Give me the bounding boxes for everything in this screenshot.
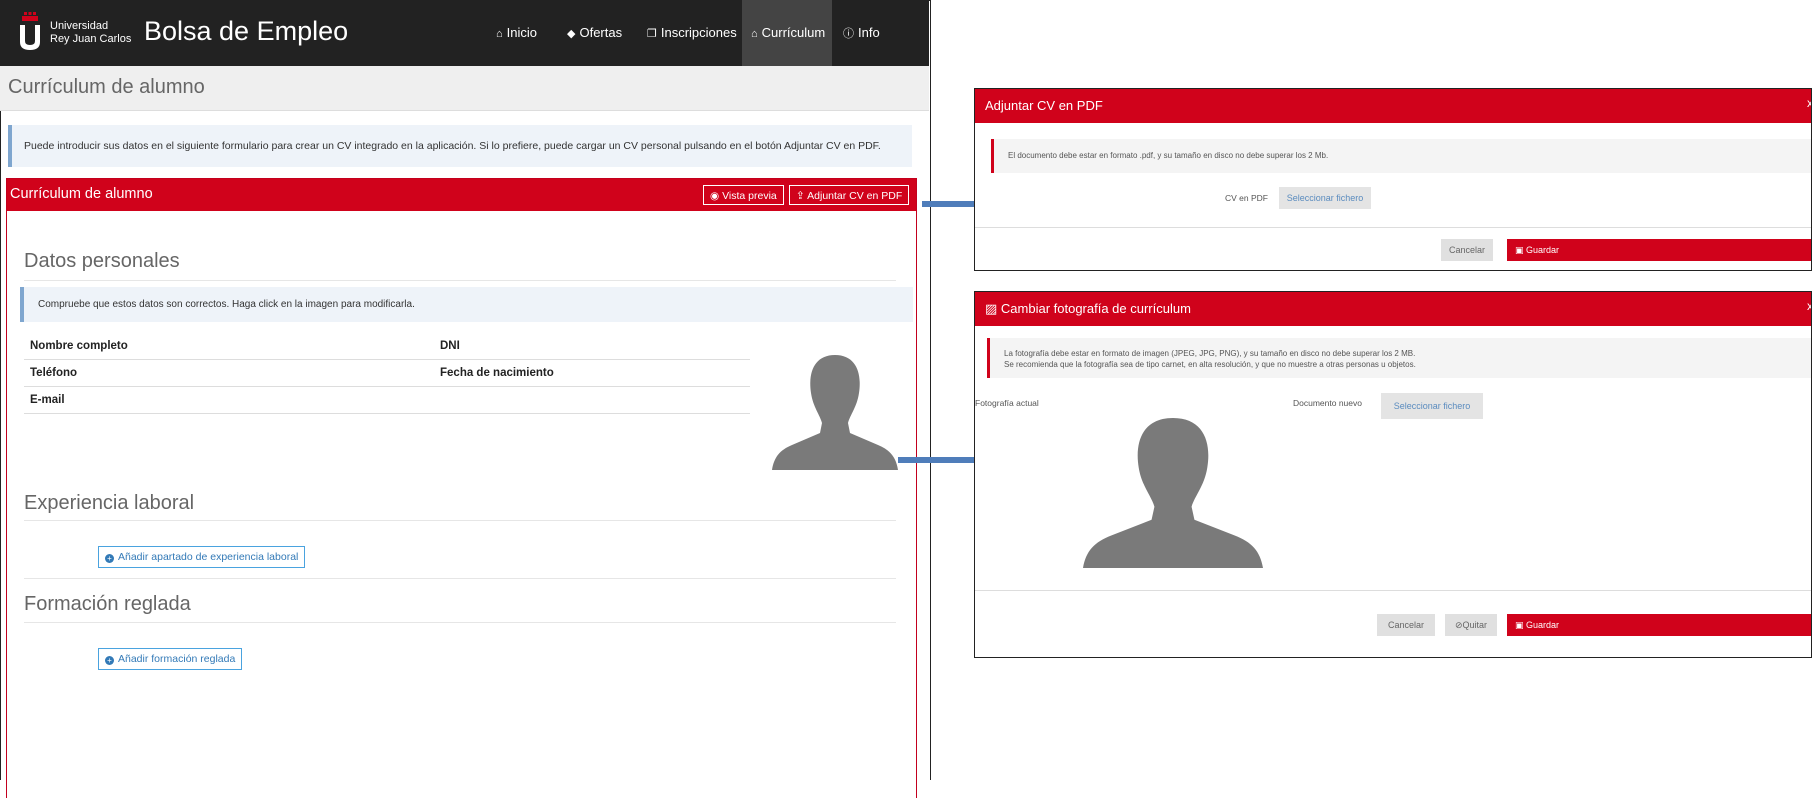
experience-heading: Experiencia laboral <box>24 492 195 514</box>
save-button[interactable]: ▣ Guardar <box>1507 614 1811 636</box>
current-photo-label: Fotografía actual <box>975 398 1039 408</box>
profile-photo-avatar[interactable] <box>772 355 898 470</box>
row-divider <box>24 359 750 360</box>
row-divider <box>24 413 750 414</box>
home-icon: ⌂ <box>496 28 503 40</box>
dialog-header: ▨ Cambiar fotografía de currículum x <box>975 292 1811 326</box>
page-title: Currículum de alumno <box>8 76 205 98</box>
divider <box>24 622 896 623</box>
remove-photo-button[interactable]: ⊘Quitar <box>1445 614 1497 636</box>
current-photo-avatar <box>1083 418 1263 568</box>
nav-inicio[interactable]: ⌂ Inicio <box>487 0 546 66</box>
page-header: Currículum de alumno <box>0 66 929 111</box>
email-label: E-mail <box>30 394 65 406</box>
add-education-button[interactable]: + Añadir formación reglada <box>98 648 243 670</box>
nav-curriculum[interactable]: ⌂ Currículum <box>742 0 832 66</box>
cv-pdf-label: CV en PDF <box>1225 193 1268 203</box>
row-divider <box>24 386 750 387</box>
attach-pdf-button[interactable]: ⇪ Adjuntar CV en PDF <box>789 185 910 205</box>
ban-icon: ⊘ <box>1454 620 1463 630</box>
dialog-title: ▨ Cambiar fotografía de currículum <box>985 301 1191 316</box>
nav-ofertas[interactable]: ◆ Ofertas <box>558 0 631 66</box>
change-photo-dialog: ▨ Cambiar fotografía de currículum x La … <box>974 291 1812 658</box>
select-file-button[interactable]: Seleccionar fichero <box>1381 393 1483 419</box>
university-name: Universidad Rey Juan Carlos <box>50 20 132 45</box>
attach-pdf-dialog: Adjuntar CV en PDF x El documento debe e… <box>974 88 1812 271</box>
preview-button[interactable]: ◉ Vista previa <box>703 185 784 205</box>
cancel-button[interactable]: Cancelar <box>1377 614 1435 636</box>
save-button[interactable]: ▣ Guardar <box>1507 239 1811 261</box>
info-icon: ⓘ <box>843 28 854 40</box>
intro-alert: Puede introducir sus datos en el siguien… <box>8 125 912 167</box>
nav-info[interactable]: ⓘ Info <box>834 0 889 66</box>
dialog-title: Adjuntar CV en PDF <box>985 98 1103 113</box>
divider <box>24 578 896 579</box>
full-name-label: Nombre completo <box>30 340 128 352</box>
personal-data-heading: Datos personales <box>24 250 180 272</box>
dialog-footer-divider <box>975 227 1811 228</box>
upload-icon: ⇪ <box>796 190 808 202</box>
education-heading: Formación reglada <box>24 593 191 615</box>
save-icon: ▣ <box>1515 620 1527 630</box>
tag-icon: ◆ <box>567 28 576 40</box>
birth-date-label: Fecha de nacimiento <box>440 367 554 379</box>
divider <box>24 520 896 521</box>
app-title[interactable]: Bolsa de Empleo <box>144 16 348 47</box>
plus-circle-icon: + <box>105 656 114 665</box>
dialog-header: Adjuntar CV en PDF x <box>975 89 1811 123</box>
plus-circle-icon: + <box>105 554 114 563</box>
dni-label: DNI <box>440 340 460 352</box>
close-icon[interactable]: x <box>1807 299 1811 313</box>
photo-format-notice: La fotografía debe estar en formato de i… <box>987 338 1811 378</box>
panel-title: Currículum de alumno <box>10 186 153 202</box>
close-icon[interactable]: x <box>1807 96 1811 110</box>
dialog-footer-divider <box>975 590 1811 591</box>
navbar: Universidad Rey Juan Carlos Bolsa de Emp… <box>0 0 929 66</box>
new-document-label: Documento nuevo <box>1293 398 1362 408</box>
university-logo-icon <box>20 12 40 50</box>
divider <box>24 280 896 281</box>
eye-icon: ◉ <box>710 190 723 202</box>
save-icon: ▣ <box>1515 245 1527 255</box>
pdf-format-notice: El documento debe estar en formato .pdf,… <box>991 139 1811 173</box>
cancel-button[interactable]: Cancelar <box>1441 239 1493 261</box>
home-icon: ⌂ <box>751 28 758 40</box>
add-experience-button[interactable]: + Añadir apartado de experiencia laboral <box>98 546 306 568</box>
panel-header: Currículum de alumno ◉ Vista previa ⇪ Ad… <box>7 179 916 211</box>
phone-label: Teléfono <box>30 367 78 379</box>
nav-inscripciones[interactable]: ❐ Inscripciones <box>638 0 746 66</box>
personal-data-notice: Compruebe que estos datos son correctos.… <box>20 287 913 322</box>
copy-icon: ❐ <box>647 28 657 40</box>
main-window: Universidad Rey Juan Carlos Bolsa de Emp… <box>0 0 931 798</box>
image-icon: ▨ <box>985 301 1001 316</box>
select-file-button[interactable]: Seleccionar fichero <box>1279 187 1371 209</box>
